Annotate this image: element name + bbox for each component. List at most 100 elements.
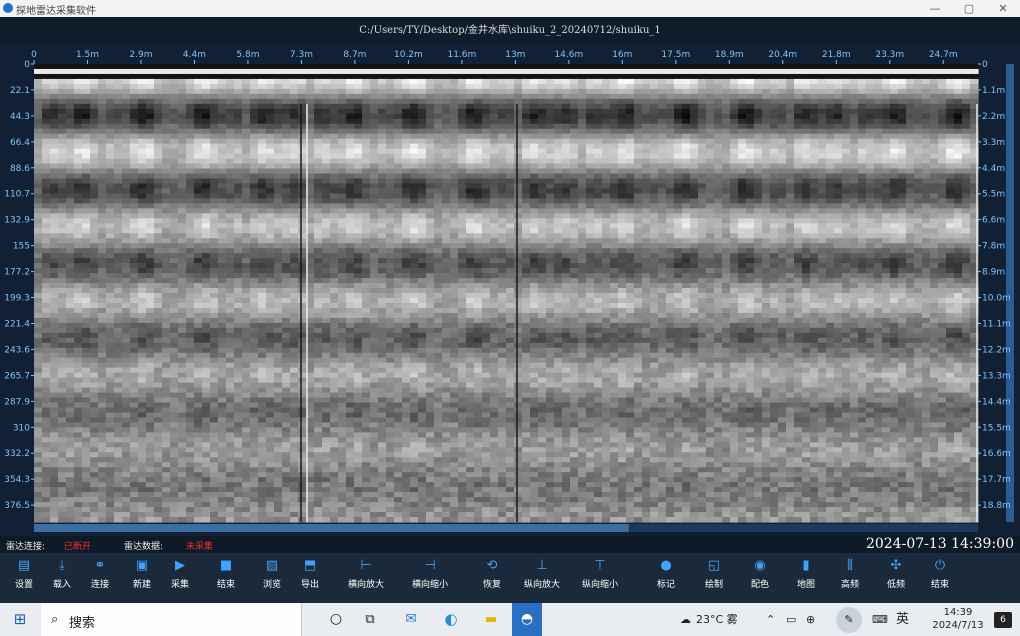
windows-taskbar: ⊞ ⌕ 搜索 ○ ⧉ ✉ ◐ ▬ ◓ ☁ 23°C 雾 ⌃ ▭ ⊕ ✎ ⌨ 英 … bbox=[0, 603, 1020, 636]
stop-icon: ■ bbox=[219, 558, 233, 573]
cortana-icon[interactable]: ○ bbox=[322, 603, 350, 636]
toolbar-button-6[interactable]: ▧ 浏览 bbox=[252, 557, 292, 601]
toolbar-label: 浏览 bbox=[262, 580, 281, 590]
left-axis-label: 132.9 bbox=[4, 216, 30, 226]
radar-data-label: 雷达数据: bbox=[124, 542, 164, 552]
mark-icon: ● bbox=[660, 558, 672, 573]
toolbar-label: 绘制 bbox=[704, 580, 723, 590]
zoom-out-horizontal-icon: ⊣ bbox=[424, 558, 436, 573]
taskbar-date: 2024/7/13 bbox=[932, 620, 984, 631]
toolbar-button-8[interactable]: ⊢ 横向放大 bbox=[338, 557, 394, 601]
task-view-icon[interactable]: ⧉ bbox=[356, 603, 384, 636]
toolbar-label: 横向放大 bbox=[347, 580, 384, 590]
left-axis-label: 88.6 bbox=[10, 164, 30, 174]
toolbar-button-16[interactable]: ▮ 地图 bbox=[786, 557, 826, 601]
edge-browser-icon[interactable]: ◐ bbox=[436, 603, 466, 636]
toolbar-button-10[interactable]: ⟲ 恢复 bbox=[472, 557, 512, 601]
top-axis-label: 7.3m bbox=[290, 50, 313, 60]
file-path: C:/Users/TY/Desktop/金井水库\shuiku_2_202407… bbox=[0, 17, 1020, 44]
keyboard-icon[interactable]: ⌨ bbox=[872, 603, 888, 636]
toolbar-button-4[interactable]: ▶ 采集 bbox=[160, 557, 200, 601]
mail-icon[interactable]: ✉ bbox=[396, 603, 426, 636]
toolbar-label: 标记 bbox=[656, 580, 675, 590]
top-axis-label: 21.8m bbox=[822, 50, 851, 60]
weather-text[interactable]: 23°C 雾 bbox=[696, 603, 738, 636]
toolbar-button-0[interactable]: ▤ 设置 bbox=[4, 557, 44, 601]
toolbar-button-7[interactable]: ⬒ 导出 bbox=[290, 557, 330, 601]
datetime-display: 2024-07-13 14:39:00 bbox=[865, 536, 1014, 552]
battery-icon[interactable]: ▭ bbox=[786, 603, 796, 636]
search-icon: ⌕ bbox=[51, 612, 59, 627]
taskbar-search[interactable]: ⌕ 搜索 bbox=[41, 603, 302, 636]
taskbar-time: 14:39 bbox=[943, 607, 973, 618]
app-logo-icon bbox=[3, 3, 13, 13]
toolbar-button-14[interactable]: ◱ 绘制 bbox=[694, 557, 734, 601]
ime-indicator[interactable]: 英 bbox=[896, 603, 909, 636]
search-input[interactable]: 搜索 bbox=[69, 612, 95, 631]
toolbar-button-11[interactable]: ⊥ 纵向放大 bbox=[514, 557, 570, 601]
pen-icon[interactable]: ✎ bbox=[836, 607, 862, 633]
toolbar-label: 采集 bbox=[170, 580, 189, 590]
right-axis-label: 3.3m bbox=[982, 138, 1005, 148]
left-axis-label: 354.3 bbox=[4, 475, 30, 485]
top-axis-label: 1.5m bbox=[76, 50, 99, 60]
toolbar-label: 纵向放大 bbox=[523, 580, 560, 590]
left-axis-label: 221.4 bbox=[4, 319, 30, 329]
top-axis-label: 10.2m bbox=[394, 50, 423, 60]
settings-icon: ▤ bbox=[17, 558, 31, 573]
download-icon: ⤓ bbox=[59, 558, 65, 573]
top-axis-label: 16m bbox=[612, 50, 632, 60]
toolbar-button-15[interactable]: ◉ 配色 bbox=[740, 557, 780, 601]
toolbar-button-13[interactable]: ● 标记 bbox=[646, 557, 686, 601]
toolbar-button-12[interactable]: ⊤ 纵向缩小 bbox=[572, 557, 628, 601]
radar-app-taskbar-icon[interactable]: ◓ bbox=[512, 603, 542, 636]
draw-icon: ◱ bbox=[707, 558, 721, 573]
toolbar-button-3[interactable]: ▣ 新建 bbox=[122, 557, 162, 601]
toolbar-button-19[interactable]: ⏻ 结束 bbox=[920, 557, 960, 601]
play-icon: ▶ bbox=[175, 558, 185, 573]
tray-expand-icon[interactable]: ⌃ bbox=[766, 603, 775, 636]
minimize-icon[interactable]: — bbox=[918, 0, 952, 17]
top-axis-label: 5.8m bbox=[236, 50, 259, 60]
file-explorer-icon[interactable]: ▬ bbox=[476, 603, 506, 636]
toolbar-button-18[interactable]: ✣ 低频 bbox=[876, 557, 916, 601]
left-axis-label: 110.7 bbox=[4, 190, 30, 200]
top-axis-label: 0 bbox=[31, 50, 37, 60]
zoom-in-horizontal-icon: ⊢ bbox=[360, 558, 372, 573]
window-title-bar: 探地雷达采集软件 — ▢ ✕ bbox=[0, 0, 1020, 17]
toolbar-button-5[interactable]: ■ 结束 bbox=[206, 557, 246, 601]
right-axis-label: 11.1m bbox=[982, 319, 1011, 329]
toolbar-button-9[interactable]: ⊣ 横向缩小 bbox=[402, 557, 458, 601]
toolbar-label: 横向缩小 bbox=[411, 580, 448, 590]
status-bar: 雷达连接: 已断开 雷达数据: 未采集 2024-07-13 14:39:00 bbox=[0, 536, 1020, 553]
left-axis-label: 332.2 bbox=[4, 449, 30, 459]
top-axis-label: 2.9m bbox=[129, 50, 152, 60]
right-axis-label: 10.0m bbox=[982, 294, 1011, 304]
toolbar-button-1[interactable]: ⤓ 载入 bbox=[42, 557, 82, 601]
zoom-in-vertical-icon: ⊥ bbox=[536, 558, 548, 573]
notification-center-icon[interactable]: 6 bbox=[994, 612, 1012, 628]
toolbar-label: 设置 bbox=[14, 580, 33, 590]
right-axis-label: 14.4m bbox=[982, 397, 1011, 407]
toolbar-label: 高频 bbox=[840, 580, 859, 590]
browse-icon: ▧ bbox=[265, 558, 279, 573]
toolbar-button-2[interactable]: ⚭ 连接 bbox=[80, 557, 120, 601]
toolbar-label: 结束 bbox=[216, 580, 235, 590]
right-axis-label: 16.6m bbox=[982, 449, 1011, 459]
right-axis-label: 7.8m bbox=[982, 242, 1005, 252]
network-icon[interactable]: ⊕ bbox=[806, 603, 815, 636]
taskbar-clock[interactable]: 14:39 2024/7/13 bbox=[930, 606, 986, 634]
toolbar-button-17[interactable]: ⫼ 高频 bbox=[830, 557, 870, 601]
windows-start-icon[interactable]: ⊞ bbox=[0, 603, 40, 636]
right-axis-label: 4.4m bbox=[982, 164, 1005, 174]
maximize-icon[interactable]: ▢ bbox=[952, 0, 986, 17]
radargram-chart[interactable]: 0 1.5m 2.9m 4.4m 5.8m 7.3m 8.7m 10.2m 11.6m 13m 14… bbox=[0, 44, 1020, 536]
trace-streak bbox=[976, 104, 978, 522]
right-axis-label: 2.2m bbox=[982, 112, 1005, 122]
top-axis-label: 14.6m bbox=[554, 50, 583, 60]
radar-plot-area: 0 1.5m 2.9m 4.4m 5.8m 7.3m 8.7m 10.2m 11.6m 13m 14… bbox=[0, 44, 1020, 536]
scrollbar-thumb bbox=[34, 524, 629, 532]
toolbar-label: 配色 bbox=[750, 580, 769, 590]
top-axis-label: 20.4m bbox=[768, 50, 797, 60]
close-icon[interactable]: ✕ bbox=[986, 0, 1020, 17]
